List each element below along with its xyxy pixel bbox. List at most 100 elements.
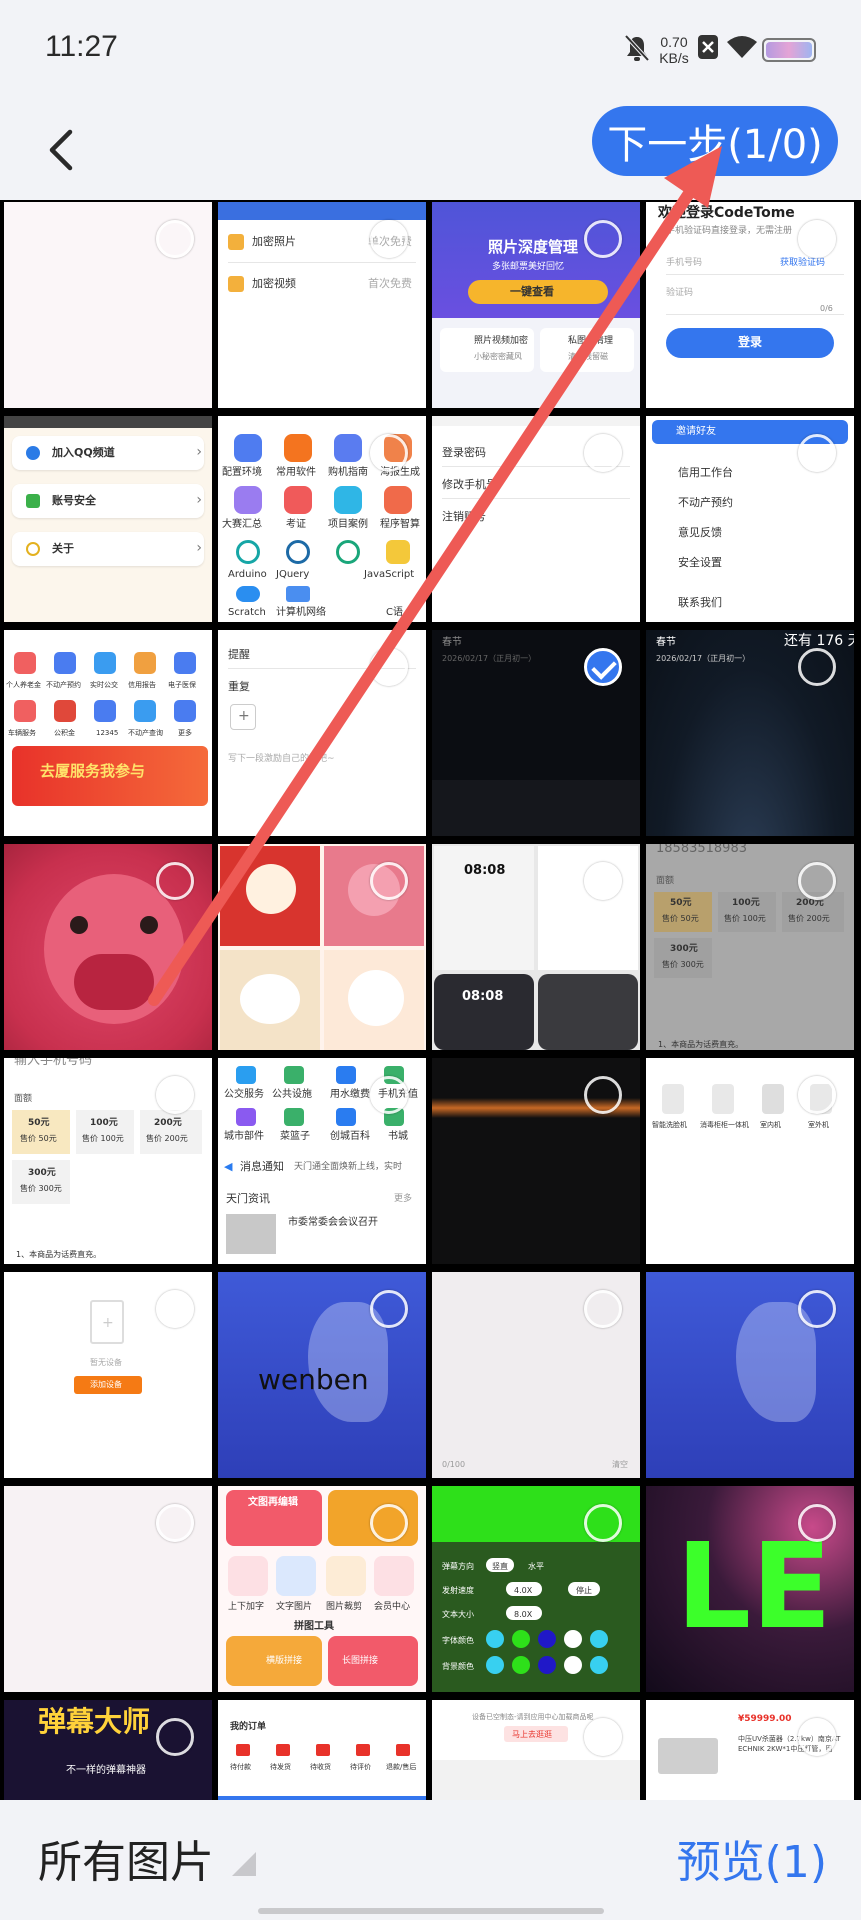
status-time: 11:27: [45, 30, 118, 63]
bell-muted-icon: [624, 34, 650, 62]
cell-text: 车辆服务: [8, 729, 36, 737]
select-circle[interactable]: [798, 1718, 836, 1756]
home-indicator[interactable]: [258, 1908, 604, 1914]
select-circle[interactable]: [798, 648, 836, 686]
grid-thumbnail[interactable]: + 暂无设备 添加设备: [4, 1272, 212, 1478]
cell-text: JavaScript: [364, 569, 415, 580]
select-circle[interactable]: [584, 1076, 622, 1114]
select-circle[interactable]: [370, 862, 408, 900]
grid-thumbnail[interactable]: 08:08 08:08: [432, 844, 640, 1050]
grid-thumbnail[interactable]: 我的订单 待付款 待发货 待收货 待评价 退款/售后: [218, 1700, 426, 1800]
grid-thumbnail[interactable]: 个人养老金 不动产预约 实时公交 信用报告 电子医保 车辆服务 公积金 1234…: [4, 630, 212, 836]
grid-thumbnail[interactable]: [4, 202, 212, 408]
album-selector[interactable]: 所有图片: [38, 1826, 214, 1890]
cell-text: 信用报告: [128, 681, 156, 689]
select-circle-checked[interactable]: [584, 648, 622, 686]
select-circle[interactable]: [584, 1290, 622, 1328]
grid-thumbnail[interactable]: [4, 1486, 212, 1692]
select-circle[interactable]: [584, 1504, 622, 1542]
cell-text: 字体颜色: [442, 1636, 474, 1645]
cell-text: 输入手机号码: [14, 1058, 93, 1068]
grid-thumbnail[interactable]: 18583518983 面额 50元 售价 50元 100元 售价 100元 2…: [646, 844, 854, 1050]
cell-text: 账号安全: [52, 494, 96, 507]
cell-text: 我的订单: [230, 1722, 267, 1732]
select-circle[interactable]: [370, 1290, 408, 1328]
cell-text: 计算机网络: [276, 607, 326, 618]
grid-thumbnail[interactable]: 设备已空制态-请到应用中心加载商品呢 马上去逛逛: [432, 1700, 640, 1800]
grid-thumbnail[interactable]: [218, 844, 426, 1050]
grid-thumbnail[interactable]: LE: [646, 1486, 854, 1692]
cell-text: 售价 300元: [662, 960, 704, 969]
grid-thumbnail[interactable]: [432, 1058, 640, 1264]
chevron-left-icon: [49, 129, 73, 171]
grid-thumbnail[interactable]: 公交服务 公共设施 用水缴费 手机充值 城市部件 菜篮子 创城百科 书城 ◀ 消…: [218, 1058, 426, 1264]
grid-thumbnail[interactable]: 提醒 重复 + 写下一段激励自己的话吧~: [218, 630, 426, 836]
cell-text: 常用软件: [276, 467, 316, 478]
wifi-icon: [727, 36, 757, 58]
grid-thumbnail[interactable]: 春节 2026/02/17（正月初一） 还有 176 天: [646, 630, 854, 836]
cell-text: 智能洗脸机: [652, 1121, 687, 1129]
select-circle[interactable]: [798, 220, 836, 258]
grid-thumbnail[interactable]: ¥59999.00 中压UV杀菌器（2.7kw）南京AT ECHNIK 2KW*…: [646, 1700, 854, 1800]
grid-thumbnail[interactable]: 加密照片 单次免费 加密视频 首次免费: [218, 202, 426, 408]
select-circle[interactable]: [370, 434, 408, 472]
select-circle[interactable]: [798, 1076, 836, 1114]
select-circle[interactable]: [156, 220, 194, 258]
cell-text: 图片裁剪: [326, 1602, 363, 1612]
back-button[interactable]: [36, 122, 92, 178]
select-circle[interactable]: [584, 1718, 622, 1756]
cell-text: 联系我们: [678, 596, 722, 609]
cell-text: 文图再编辑: [248, 1497, 298, 1508]
grid-thumbnail[interactable]: 输入手机号码 面额 50元 售价 50元 100元 售价 100元 200元 售…: [4, 1058, 212, 1264]
select-circle[interactable]: [798, 1290, 836, 1328]
grid-thumbnail[interactable]: 0/100 清空: [432, 1272, 640, 1478]
cell-text: 意见反馈: [678, 526, 722, 539]
select-circle[interactable]: [156, 1504, 194, 1542]
cell-text: 配置环境: [222, 467, 262, 478]
cell-text: 去厦服务我参与: [40, 762, 146, 780]
cell-text: 1、本商品为话费直充。: [16, 1250, 102, 1259]
grid-thumbnail[interactable]: 智能洗脸机 消毒柜柜一体机 室内机 室外机: [646, 1058, 854, 1264]
select-circle[interactable]: [156, 1718, 194, 1756]
select-circle[interactable]: [156, 1076, 194, 1114]
grid-thumbnail[interactable]: 配置环境 常用软件 购机指南 海报生成 大赛汇总 考证 项目案例 程序智算 Ar…: [218, 416, 426, 622]
grid-thumbnail[interactable]: 登录密码 修改手机号 注销账号: [432, 416, 640, 622]
cell-text: 写下一段激励自己的话吧~: [228, 754, 335, 764]
cell-text: 注销账号: [442, 510, 486, 523]
select-circle[interactable]: [584, 862, 622, 900]
cell-text: 修改手机号: [442, 478, 497, 491]
preview-button[interactable]: 预览(1): [677, 1826, 827, 1890]
select-circle[interactable]: [370, 1076, 408, 1114]
next-step-button[interactable]: 下一步(1/0): [592, 106, 838, 176]
grid-thumbnail[interactable]: 弹幕大师 不一样的弹幕神器: [4, 1700, 212, 1800]
cell-text: C语: [386, 607, 403, 618]
grid-thumbnail[interactable]: 弹幕方向 竖直 水平 发射速度 4.0X 停止 文本大小 8.0X 字体颜色 背…: [432, 1486, 640, 1692]
cell-text: ¥59999.00: [738, 1714, 792, 1724]
grid-thumbnail[interactable]: 邀请好友 信用工作台 不动产预约 意见反馈 安全设置 联系我们: [646, 416, 854, 622]
select-circle[interactable]: [584, 434, 622, 472]
select-circle[interactable]: [156, 862, 194, 900]
select-circle[interactable]: [584, 220, 622, 258]
grid-thumbnail[interactable]: [4, 844, 212, 1050]
grid-thumbnail[interactable]: 欢迎登录CodeTome 手机验证码直接登录，无需注册 手机号码 获取验证码 验…: [646, 202, 854, 408]
select-circle[interactable]: [798, 1504, 836, 1542]
select-circle[interactable]: [798, 434, 836, 472]
grid-thumbnail[interactable]: wenben: [218, 1272, 426, 1478]
select-circle[interactable]: [798, 862, 836, 900]
cell-text: 售价 200元: [146, 1134, 188, 1143]
grid-thumbnail[interactable]: 文图再编辑 上下加字 文字图片 图片裁剪 会员中心 拼图工具 横版拼接 长图拼接: [218, 1486, 426, 1692]
grid-thumbnail[interactable]: 照片深度管理 多张邮票美好回忆 一键查看 照片视频加密 小秘密密藏风 私图片清理…: [432, 202, 640, 408]
cell-text: 拼图工具: [294, 1621, 334, 1632]
cell-text: 100元: [90, 1118, 118, 1128]
select-circle[interactable]: [370, 1504, 408, 1542]
grid-thumbnail[interactable]: [646, 1272, 854, 1478]
grid-thumbnail[interactable]: 春节 2026/02/17（正月初一）: [432, 630, 640, 836]
select-circle[interactable]: [156, 1290, 194, 1328]
dropdown-triangle-icon[interactable]: [232, 1852, 256, 1876]
cell-text: Scratch: [228, 607, 266, 618]
select-circle[interactable]: [370, 220, 408, 258]
cell-text: 更多: [394, 1194, 413, 1204]
grid-thumbnail[interactable]: 加入QQ频道 › 账号安全 › 关于 ›: [4, 416, 212, 622]
select-circle[interactable]: [370, 648, 408, 686]
cell-text: 加密视频: [252, 277, 296, 290]
